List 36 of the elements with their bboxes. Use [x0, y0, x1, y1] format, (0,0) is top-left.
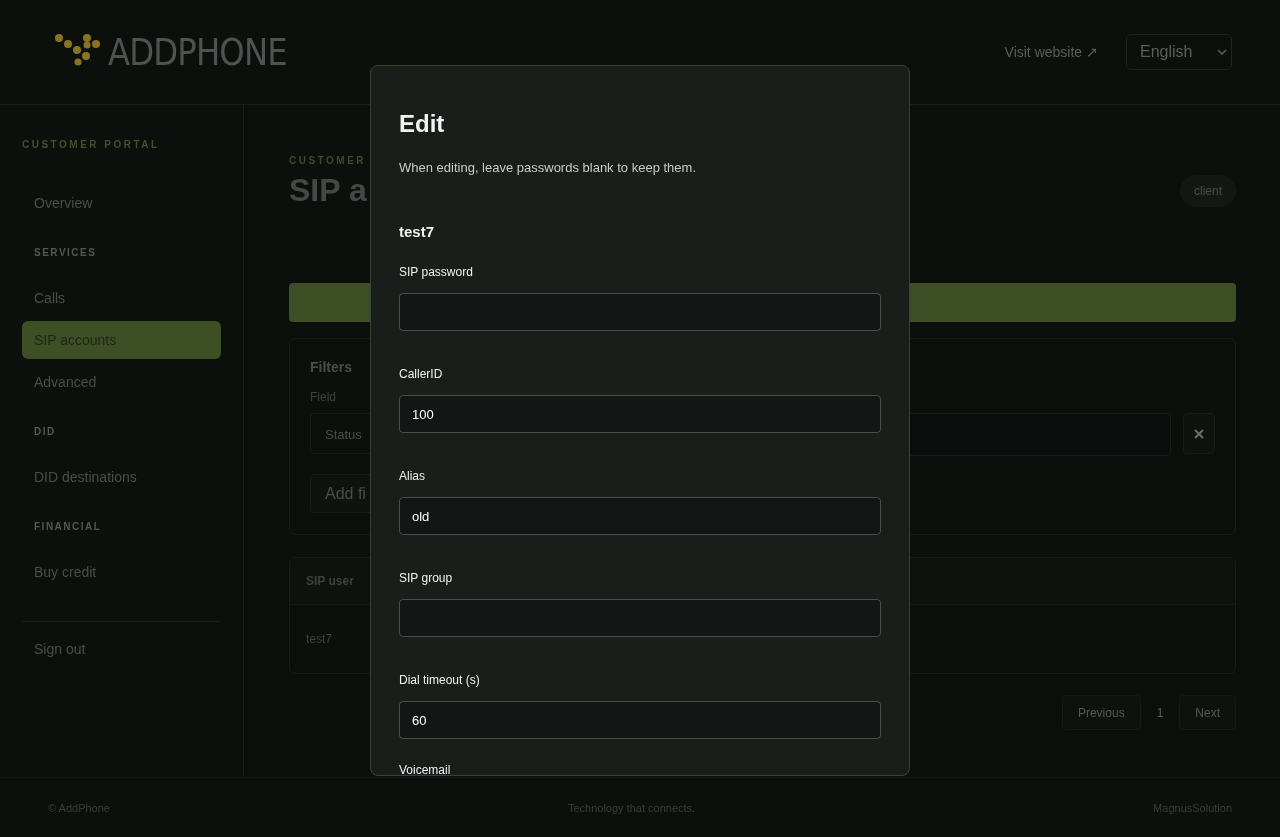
field-label: CallerID	[399, 367, 444, 381]
language-select[interactable]: English	[1126, 34, 1232, 70]
close-icon	[1194, 428, 1204, 439]
sidebar-title: CUSTOMER PORTAL	[22, 139, 161, 150]
page-number[interactable]: 1	[1152, 705, 1168, 720]
field-label: SIP password	[399, 265, 474, 279]
field-label: Dial timeout (s)	[399, 673, 481, 687]
dialog-title: Edit	[399, 110, 446, 138]
sidebar-item[interactable]: Buy credit	[22, 553, 221, 591]
input-field[interactable]: 60	[399, 701, 881, 739]
input-field[interactable]: 100	[399, 395, 881, 433]
visit-website-link[interactable]: Visit website ↗	[1004, 44, 1098, 60]
section-heading: FINANCIAL	[33, 521, 103, 532]
field-label: Voicemail	[399, 763, 452, 775]
account-name: test7	[399, 223, 436, 240]
filters-title: Filters	[310, 359, 352, 375]
input-field[interactable]	[399, 599, 881, 637]
chevron-down-icon	[1217, 49, 1227, 55]
section-heading: DID	[33, 426, 57, 437]
section-heading: SERVICES	[33, 247, 98, 258]
remove-filter-button[interactable]	[1183, 413, 1215, 454]
field-label: Alias	[399, 469, 426, 483]
field-label: SIP group	[399, 571, 454, 585]
logo-text: ADDPHONE	[108, 30, 287, 74]
sign-out-link[interactable]: Sign out	[22, 630, 221, 668]
sidebar-item[interactable]: Advanced	[22, 363, 221, 401]
input-field[interactable]	[399, 293, 881, 331]
input-field[interactable]: old	[399, 497, 881, 535]
sidebar-item[interactable]: Calls	[22, 279, 221, 317]
sidebar-item[interactable]: DID destinations	[22, 458, 221, 496]
dialog-hint: When editing, leave passwords blank to keep them.	[399, 160, 697, 175]
sidebar-item[interactable]: Overview	[22, 184, 221, 222]
page-title: SIP a	[289, 172, 367, 209]
next-button[interactable]: Next	[1179, 695, 1236, 730]
previous-button[interactable]: Previous	[1061, 695, 1141, 730]
page-eyebrow: CUSTOMER	[289, 155, 367, 166]
